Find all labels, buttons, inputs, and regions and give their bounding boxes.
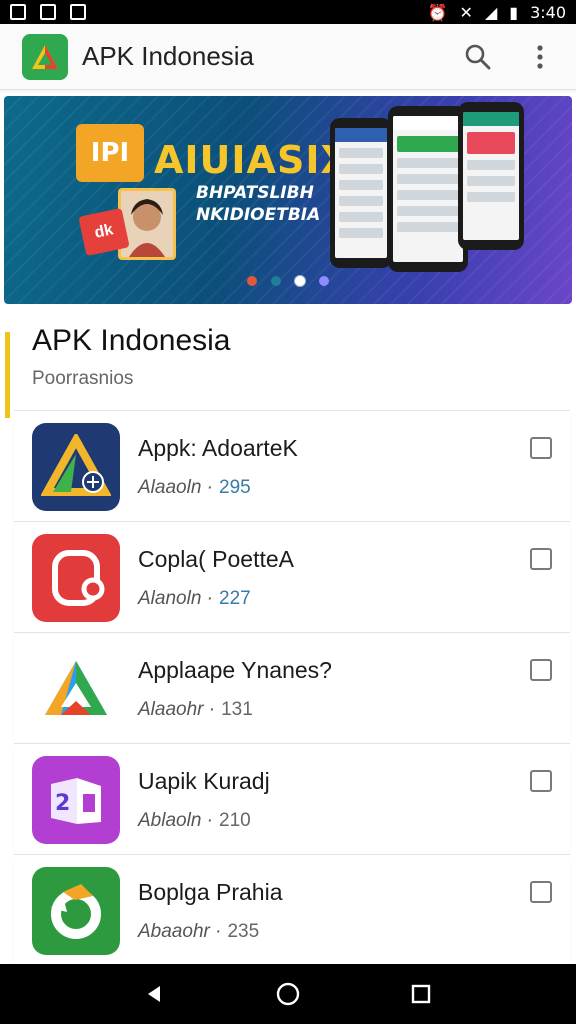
back-icon[interactable] bbox=[144, 983, 166, 1005]
list-item[interactable]: 2 Uapik Kuradj Ablaoln · 210 bbox=[14, 744, 570, 855]
app-notification-icon bbox=[40, 4, 56, 20]
app-icon bbox=[32, 423, 120, 511]
app-author: Alaaoln · bbox=[138, 477, 213, 498]
red-loop-icon bbox=[52, 550, 105, 606]
app-name: Copla( PoetteA bbox=[138, 546, 294, 572]
app-author: Abaaohr · bbox=[138, 921, 222, 942]
status-bar: ⏰ ✕ ◢ ▮ 3:40 bbox=[0, 0, 576, 24]
app-author: Ablaoln · bbox=[138, 810, 213, 831]
app-name: Boplga Prahia bbox=[138, 879, 283, 905]
carousel-dots[interactable] bbox=[4, 276, 572, 286]
list-item[interactable]: Copla( PoetteA Alanoln · 227 bbox=[14, 522, 570, 633]
section-title: APK Indonesia bbox=[32, 324, 231, 357]
app-meta: Ablaoln · 210 bbox=[138, 810, 251, 832]
banner-phone-3 bbox=[458, 102, 524, 250]
alarm-icon: ⏰ bbox=[427, 2, 448, 22]
image-notification-icon bbox=[10, 4, 26, 20]
carousel-dot[interactable] bbox=[295, 276, 305, 286]
clock: 3:40 bbox=[530, 2, 566, 22]
app-author: Alaaohr · bbox=[138, 699, 216, 720]
more-vert-icon bbox=[537, 44, 543, 69]
search-button[interactable] bbox=[458, 37, 498, 77]
carousel-dot[interactable] bbox=[271, 276, 281, 286]
banner-phone-2 bbox=[388, 106, 468, 272]
svg-text:2: 2 bbox=[55, 791, 70, 816]
green-ring-icon bbox=[51, 884, 101, 939]
app-count: 295 bbox=[219, 477, 251, 498]
battery-icon: ▮ bbox=[509, 2, 519, 22]
app-meta: Alanoln · 227 bbox=[138, 588, 251, 610]
app-list: Appk: AdoarteK Alaaoln · 295 Copla( Poett… bbox=[14, 410, 570, 966]
banner-badge: IPI bbox=[76, 124, 144, 182]
app-count: 235 bbox=[227, 921, 260, 942]
system-nav-bar bbox=[0, 964, 576, 1024]
app-bar: APK Indonesia bbox=[0, 24, 576, 90]
app-meta: Alaaoln · 295 bbox=[138, 477, 251, 499]
carousel-dot[interactable] bbox=[319, 276, 329, 286]
section-accent-bar bbox=[5, 332, 10, 418]
app-meta: Alaaohr · 131 bbox=[138, 699, 253, 721]
list-item[interactable]: Boplga Prahia Abaaohr · 235 bbox=[14, 855, 570, 966]
app-author: Alanoln · bbox=[138, 588, 213, 609]
select-checkbox[interactable] bbox=[530, 548, 552, 570]
promo-banner[interactable]: IPI AIUIASIX BHPATSLIBH NKIDIOETBIA dk bbox=[4, 96, 572, 304]
app-count: 210 bbox=[219, 810, 251, 831]
select-checkbox[interactable] bbox=[530, 881, 552, 903]
select-checkbox[interactable] bbox=[530, 437, 552, 459]
app-count: 227 bbox=[219, 588, 251, 609]
section-subtitle: Poorrasnios bbox=[32, 368, 134, 389]
select-checkbox[interactable] bbox=[530, 770, 552, 792]
banner-phone-1 bbox=[330, 118, 392, 268]
recents-icon[interactable] bbox=[410, 983, 432, 1005]
app-icon bbox=[32, 534, 120, 622]
app-name: Uapik Kuradj bbox=[138, 768, 270, 794]
app-name: Appk: AdoarteK bbox=[138, 435, 298, 461]
banner-photo bbox=[118, 188, 176, 260]
notification-icons bbox=[10, 4, 86, 20]
list-item[interactable]: Applaape Ynanes? Alaaohr · 131 bbox=[14, 633, 570, 744]
search-icon bbox=[465, 44, 491, 69]
app-title: APK Indonesia bbox=[82, 41, 255, 71]
banner-headline: AIUIASIX bbox=[154, 138, 351, 182]
app-icon bbox=[32, 867, 120, 955]
app-icon: 2 bbox=[32, 756, 120, 844]
color-triangle-icon bbox=[45, 661, 107, 715]
save-notification-icon bbox=[70, 4, 86, 20]
app-logo-icon[interactable] bbox=[22, 33, 68, 80]
overflow-menu-button[interactable] bbox=[520, 37, 560, 77]
app-count: 131 bbox=[221, 699, 253, 720]
status-indicators: ⏰ ✕ ◢ ▮ 3:40 bbox=[428, 3, 566, 22]
purple-box-icon: 2 bbox=[51, 778, 101, 824]
list-item[interactable]: Appk: AdoarteK Alaaoln · 295 bbox=[14, 411, 570, 522]
signal-icon: ◢ bbox=[484, 2, 498, 22]
app-icon bbox=[32, 645, 120, 733]
select-checkbox[interactable] bbox=[530, 659, 552, 681]
app-name: Applaape Ynanes? bbox=[138, 657, 332, 683]
app-meta: Abaaohr · 235 bbox=[138, 921, 259, 943]
banner-subline: BHPATSLIBH NKIDIOETBIA bbox=[196, 183, 321, 225]
carousel-dot[interactable] bbox=[247, 276, 257, 286]
aurora-triangle-icon bbox=[41, 434, 111, 496]
mute-icon: ✕ bbox=[459, 2, 473, 22]
home-icon[interactable] bbox=[275, 981, 301, 1007]
